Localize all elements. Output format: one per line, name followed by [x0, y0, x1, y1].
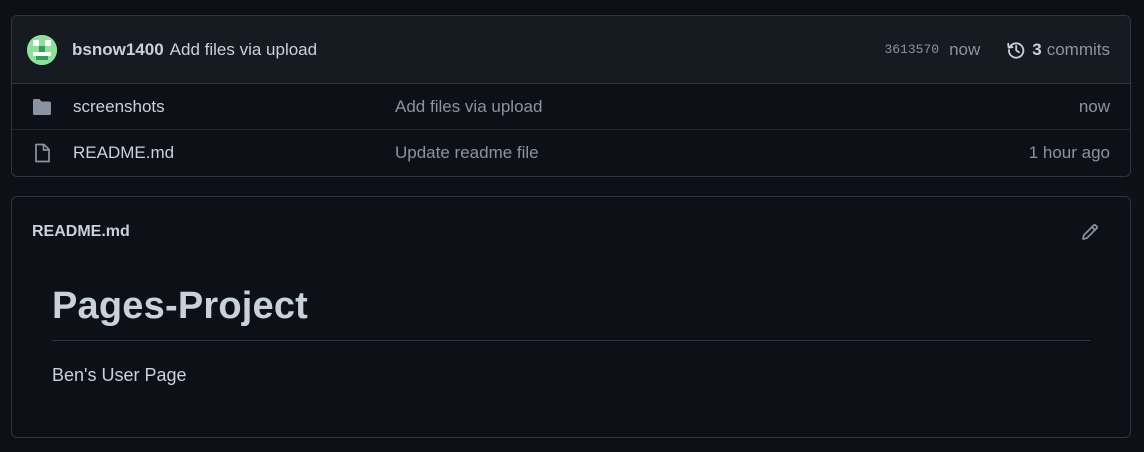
- file-commit-message-link[interactable]: Update readme file: [395, 143, 539, 163]
- commit-message-link[interactable]: Add files via upload: [170, 40, 317, 60]
- readme-heading: Pages-Project: [52, 285, 1090, 341]
- file-age: 1 hour ago: [1028, 143, 1110, 162]
- edit-readme-button[interactable]: [1078, 220, 1102, 244]
- readme-paragraph: Ben's User Page: [52, 365, 187, 385]
- readme-content: Pages-Project Ben's User Page: [12, 267, 1130, 386]
- commit-author-link[interactable]: bsnow1400: [72, 40, 164, 60]
- file-browser: bsnow1400 Add files via upload 3613570 n…: [11, 15, 1131, 177]
- file-name-link[interactable]: screenshots: [73, 97, 395, 117]
- commits-label: commits: [1046, 39, 1110, 59]
- commit-time: now: [949, 39, 981, 59]
- file-icon: [32, 143, 52, 163]
- readme-header: README.md: [12, 197, 1130, 267]
- commit-sha-link[interactable]: 3613570: [884, 42, 939, 57]
- user-avatar[interactable]: [27, 34, 57, 65]
- readme-panel: README.md Pages-Project Ben's User Page: [11, 196, 1131, 438]
- history-icon: [1007, 41, 1025, 59]
- file-age: now: [1078, 96, 1110, 116]
- latest-commit-header: bsnow1400 Add files via upload 3613570 n…: [12, 16, 1130, 84]
- file-commit-message-link[interactable]: Add files via upload: [395, 97, 542, 117]
- readme-filename[interactable]: README.md: [32, 223, 130, 241]
- file-name-link[interactable]: README.md: [73, 143, 395, 163]
- folder-icon: [32, 97, 52, 117]
- commits-count: 3: [1032, 39, 1042, 59]
- file-row-readme[interactable]: README.md Update readme file 1 hour ago: [12, 130, 1130, 176]
- pencil-icon: [1082, 224, 1098, 240]
- file-row-screenshots[interactable]: screenshots Add files via upload now: [12, 84, 1130, 130]
- commits-history-link[interactable]: 3 commits: [1006, 40, 1110, 60]
